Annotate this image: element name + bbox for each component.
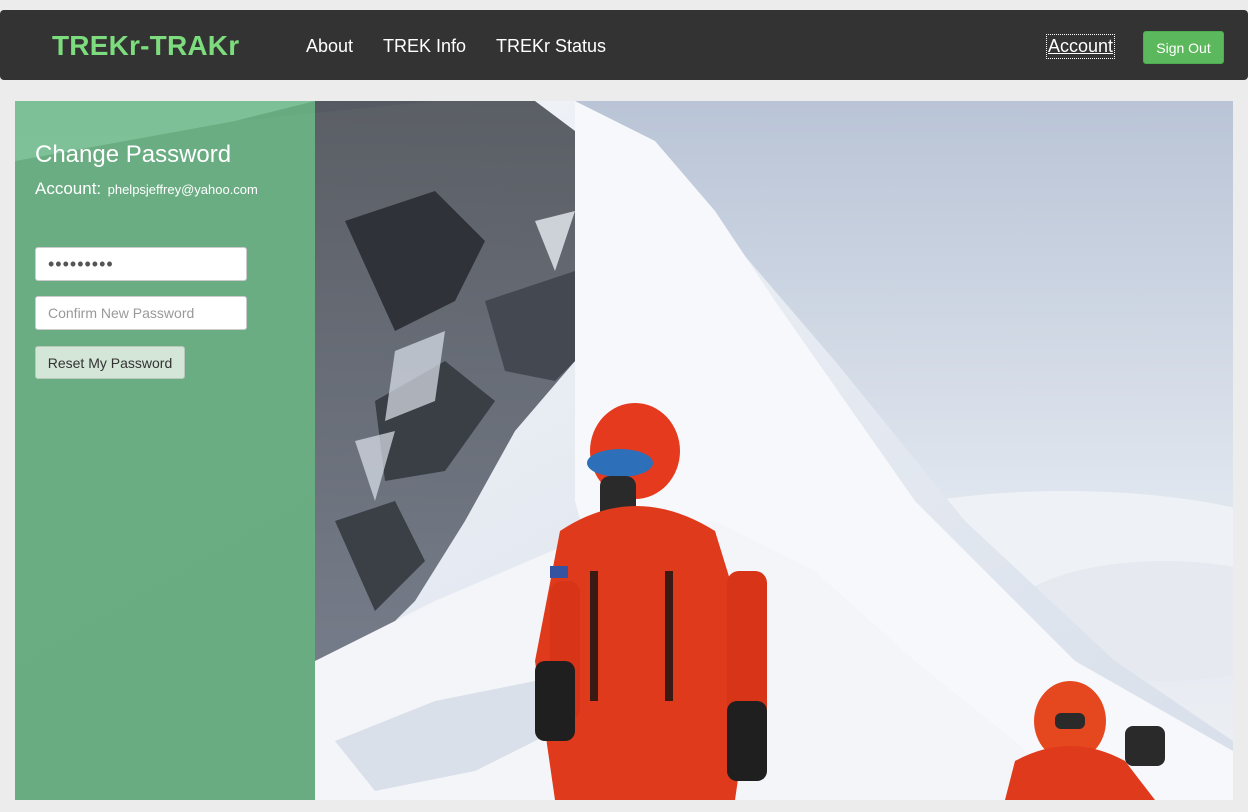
nav-trek-info-link[interactable]: TREK Info	[383, 36, 466, 57]
account-email: phelpsjeffrey@yahoo.com	[107, 182, 258, 197]
reset-password-button[interactable]: Reset My Password	[35, 346, 185, 379]
account-info: Account: phelpsjeffrey@yahoo.com	[35, 179, 258, 199]
nav-trekr-status-link[interactable]: TREKr Status	[496, 36, 606, 57]
new-password-input[interactable]	[35, 247, 247, 281]
change-password-panel: Change Password Account: phelpsjeffrey@y…	[15, 101, 315, 800]
page-title: Change Password	[35, 141, 232, 168]
navbar: TREKr-TRAKr About TREK Info TREKr Status…	[0, 10, 1248, 80]
nav-about-link[interactable]: About	[306, 36, 353, 57]
hero-section: Change Password Account: phelpsjeffrey@y…	[15, 101, 1233, 800]
sign-out-button[interactable]: Sign Out	[1143, 31, 1224, 64]
confirm-password-input[interactable]	[35, 296, 247, 330]
nav-account-link[interactable]: Account	[1045, 34, 1116, 59]
brand-logo-link[interactable]: TREKr-TRAKr	[52, 30, 239, 62]
account-label: Account:	[35, 179, 102, 198]
